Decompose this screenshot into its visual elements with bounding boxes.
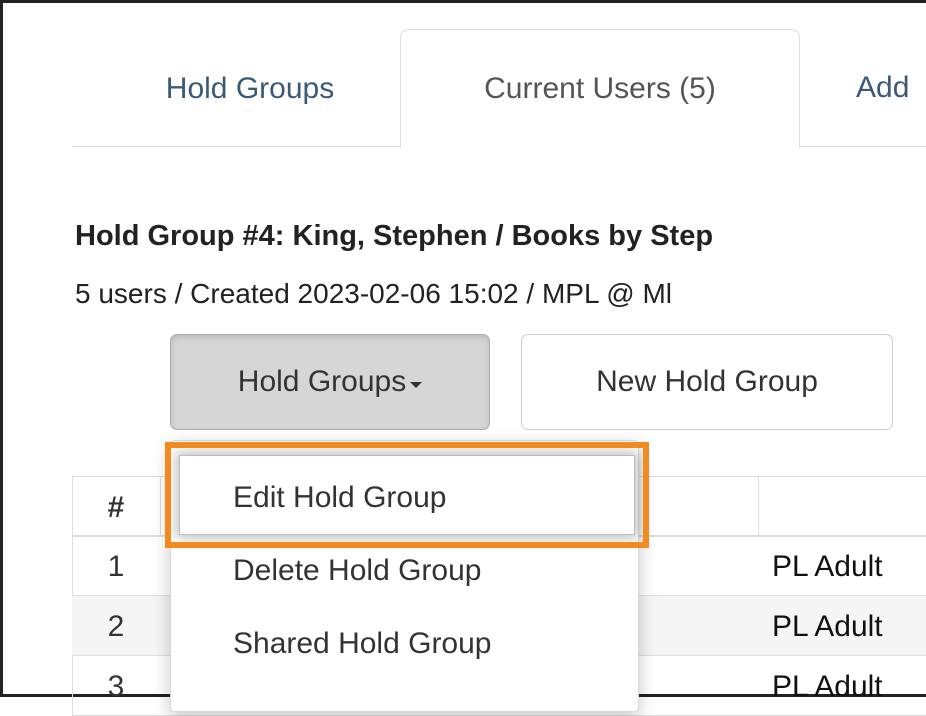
caret-down-icon	[410, 382, 423, 388]
row-library: PL Adult	[772, 670, 883, 703]
column-divider	[160, 477, 161, 535]
tab-hold-groups[interactable]: Hold Groups	[100, 29, 400, 146]
highlight-box	[165, 442, 649, 548]
row-number: 2	[107, 610, 125, 643]
row-number: 1	[107, 550, 125, 583]
column-divider	[758, 477, 759, 535]
new-hold-group-button[interactable]: New Hold Group	[521, 334, 893, 430]
tab-current-users[interactable]: Current Users (5)	[400, 29, 800, 148]
column-header-number: #	[107, 491, 125, 524]
row-library: PL Adult	[772, 550, 883, 583]
row-number: 3	[107, 670, 125, 703]
hold-group-title: Hold Group #4: King, Stephen / Books by …	[75, 220, 714, 252]
hold-groups-dropdown-button[interactable]: Hold Groups	[170, 334, 490, 430]
hold-group-meta: 5 users / Created 2023-02-06 15:02 / MPL…	[75, 278, 673, 309]
menu-item-shared-hold-group[interactable]: Shared Hold Group	[233, 627, 492, 661]
row-library: PL Adult	[772, 610, 883, 643]
tab-add[interactable]: Add	[800, 29, 926, 146]
hold-groups-button-label: Hold Groups	[237, 365, 407, 398]
menu-item-delete-hold-group[interactable]: Delete Hold Group	[233, 554, 481, 588]
